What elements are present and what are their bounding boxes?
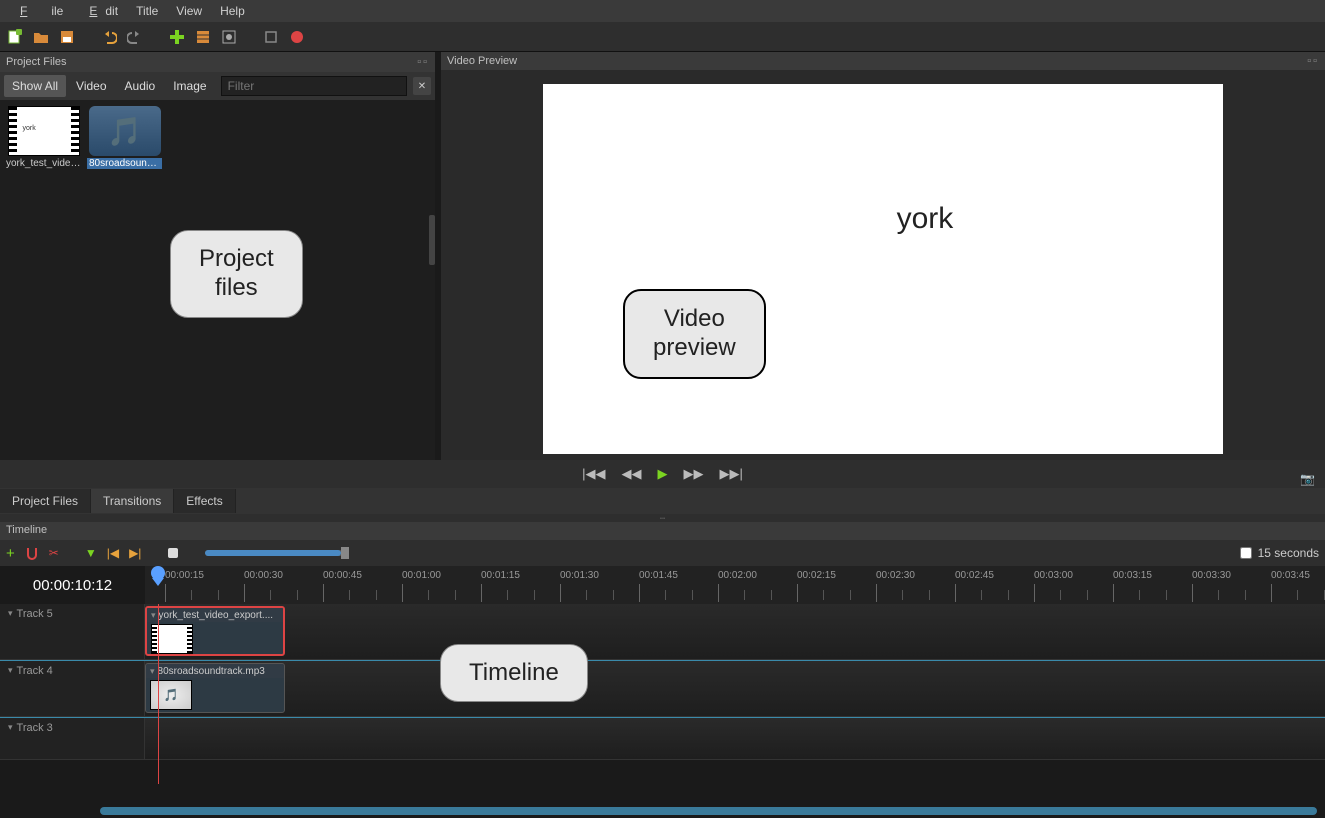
preview-text: york [897, 202, 954, 236]
splitter-handle[interactable] [429, 215, 435, 265]
track-label[interactable]: ▾Track 5 [0, 604, 145, 659]
tab-transitions[interactable]: Transitions [91, 489, 174, 513]
track-row: ▾Track 4 ▾80sroadsoundtrack.mp3 🎵 [0, 661, 1325, 717]
project-file-item[interactable]: 🎵 80sroadsoundtr... [87, 106, 162, 169]
track-label[interactable]: ▾Track 4 [0, 661, 145, 716]
center-playhead-icon[interactable] [167, 547, 179, 559]
video-canvas[interactable]: york Videopreview [543, 84, 1223, 454]
tab-project-files[interactable]: Project Files [0, 489, 91, 513]
panel-controls-icon[interactable]: ▫▫ [417, 56, 429, 68]
files-icon[interactable] [194, 28, 212, 46]
video-preview-panel: Video Preview ▫▫ york Videopreview [441, 52, 1325, 460]
play-icon[interactable]: ▶ [658, 466, 668, 482]
track-row: ▾Track 5 ▾york_test_video_export.... [0, 604, 1325, 660]
file-label: 80sroadsoundtr... [87, 158, 162, 169]
main-toolbar [0, 22, 1325, 52]
menu-title[interactable]: Title [128, 2, 166, 20]
jump-start-icon[interactable]: |◀◀ [582, 466, 605, 482]
next-marker-icon[interactable]: ▶| [129, 546, 141, 560]
video-preview-header: Video Preview ▫▫ [441, 52, 1325, 70]
menu-file[interactable]: File [4, 2, 71, 20]
filter-clear-icon[interactable]: ✕ [413, 77, 431, 95]
filter-image[interactable]: Image [165, 75, 214, 97]
tab-effects[interactable]: Effects [174, 489, 235, 513]
redo-icon[interactable] [126, 28, 144, 46]
timeline-header: Timeline [0, 522, 1325, 540]
timeline-tracks: ▾Track 5 ▾york_test_video_export.... ▾Tr… [0, 604, 1325, 804]
snap-icon[interactable] [25, 546, 39, 560]
file-label: york_test_video_... [6, 158, 81, 169]
add-track-icon[interactable]: + [6, 545, 15, 562]
profile-icon[interactable] [220, 28, 238, 46]
razor-icon[interactable]: ✂ [49, 546, 59, 560]
import-icon[interactable] [168, 28, 186, 46]
playback-controls: |◀◀ ◀◀ ▶ ▶▶ ▶▶| 📷 [0, 460, 1325, 488]
project-files-panel: Project Files ▫▫ Show All Video Audio Im… [0, 52, 435, 460]
video-preview-body: york Videopreview [441, 70, 1325, 468]
filter-input[interactable] [221, 76, 407, 96]
fullscreen-icon[interactable] [262, 28, 280, 46]
new-project-icon[interactable] [6, 28, 24, 46]
menu-help[interactable]: Help [212, 2, 253, 20]
project-files-list[interactable]: york york_test_video_... 🎵 80sroadsoundt… [0, 100, 435, 460]
timeline-clip[interactable]: ▾80sroadsoundtrack.mp3 🎵 [145, 663, 285, 713]
project-file-item[interactable]: york york_test_video_... [6, 106, 81, 169]
undo-icon[interactable] [100, 28, 118, 46]
menu-view[interactable]: View [168, 2, 210, 20]
snapshot-icon[interactable]: 📷 [1300, 472, 1315, 486]
forward-icon[interactable]: ▶▶ [684, 466, 704, 482]
filter-video[interactable]: Video [68, 75, 114, 97]
zoom-slider[interactable] [205, 550, 345, 556]
menubar: File Edit Title View Help [0, 0, 1325, 22]
drag-handle[interactable]: ┉ [0, 514, 1325, 522]
track-row: ▾Track 3 [0, 718, 1325, 760]
menu-edit[interactable]: Edit [73, 2, 126, 20]
snap-checkbox[interactable] [1240, 547, 1252, 559]
timeline-clip[interactable]: ▾york_test_video_export.... [145, 606, 285, 656]
open-file-icon[interactable] [32, 28, 50, 46]
export-icon[interactable] [288, 28, 306, 46]
rewind-icon[interactable]: ◀◀ [622, 466, 642, 482]
bottom-tabs: Project Files Transitions Effects [0, 488, 1325, 514]
annotation-project-files: Projectfiles [170, 230, 303, 318]
filter-audio[interactable]: Audio [117, 75, 164, 97]
timecode: 00:00:10:12 [0, 566, 145, 604]
filter-show-all[interactable]: Show All [4, 75, 66, 97]
project-files-header: Project Files ▫▫ [0, 52, 435, 72]
marker-add-icon[interactable]: ▼ [85, 546, 97, 560]
save-icon[interactable] [58, 28, 76, 46]
panel-controls-icon[interactable]: ▫▫ [1307, 55, 1319, 67]
snap-interval-label: 15 seconds [1258, 546, 1319, 560]
timeline-scrollbar[interactable] [0, 804, 1325, 818]
playhead[interactable] [158, 604, 159, 784]
track-label[interactable]: ▾Track 3 [0, 718, 145, 759]
timeline-toolbar: + ✂ ▼ |◀ ▶| 15 seconds [0, 540, 1325, 566]
annotation-video-preview: Videopreview [623, 289, 766, 379]
prev-marker-icon[interactable]: |◀ [107, 546, 119, 560]
jump-end-icon[interactable]: ▶▶| [720, 466, 743, 482]
timeline-ruler[interactable]: 00:00:10:12 00:00:1500:00:3000:00:4500:0… [0, 566, 1325, 604]
project-files-toolbar: Show All Video Audio Image ✕ [0, 72, 435, 100]
